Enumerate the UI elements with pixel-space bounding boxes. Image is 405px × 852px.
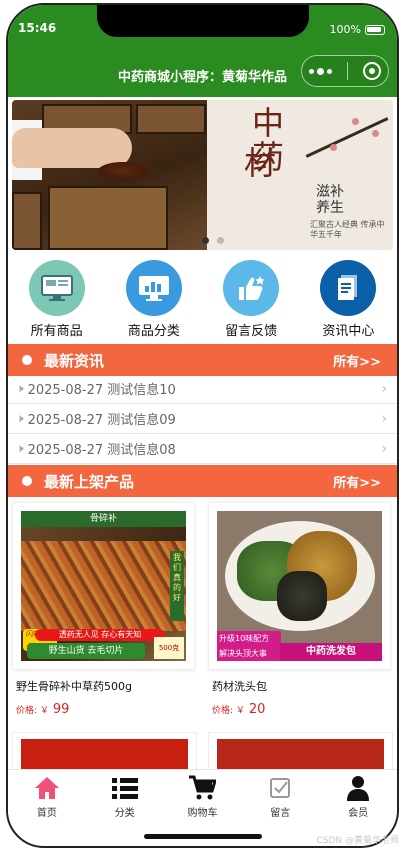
- tab-label: 会员: [348, 808, 369, 819]
- product-card-partial[interactable]: [208, 732, 393, 772]
- list-icon: [111, 774, 139, 802]
- speaker-icon: 🕨: [16, 381, 24, 395]
- category-feedback[interactable]: 留言反馈: [206, 260, 296, 340]
- banner-dot[interactable]: [217, 237, 224, 244]
- product-card[interactable]: 升级10味配方 解决头顶大事 中药洗发包 药材洗头包 价格: ￥ 20: [208, 502, 393, 717]
- home-icon: [33, 774, 61, 802]
- product-name: 野生骨碎补中草药500g: [16, 680, 132, 693]
- product-price: 价格: ￥ 99: [16, 702, 197, 717]
- news-item[interactable]: 🕨 2025-08-27 测试信息10 ›: [8, 374, 397, 404]
- close-miniprogram-icon[interactable]: [362, 62, 381, 80]
- news-item[interactable]: 🕨 2025-08-27 测试信息09 ›: [8, 404, 397, 434]
- news-text: 2025-08-27 测试信息10: [27, 383, 176, 398]
- tab-cart[interactable]: 购物车: [172, 770, 232, 824]
- product-image-right-text: 中药洗发包: [280, 643, 382, 661]
- cart-icon: [188, 774, 217, 802]
- thumbs-up-icon: [223, 260, 280, 316]
- price-value: 20: [248, 702, 266, 717]
- banner-side-text: 滋补养生: [316, 184, 344, 216]
- price-value: 99: [52, 702, 70, 717]
- bottom-tab-bar: 首页 分类 购物车 留言 会员: [8, 769, 397, 824]
- notch: [97, 5, 309, 37]
- chevron-right-icon: ›: [381, 380, 387, 397]
- tab-label: 分类: [114, 808, 135, 819]
- category-label: 资讯中心: [322, 324, 375, 339]
- product-image: [21, 739, 188, 771]
- category-label: 留言反馈: [225, 324, 278, 339]
- tab-label: 留言: [270, 808, 291, 819]
- category-nav: 所有商品 商品分类 留言反馈 资讯中心: [8, 260, 397, 340]
- category-label: 商品分类: [127, 324, 180, 339]
- product-image-bottom-text: 野生山货 去毛切片: [27, 643, 145, 659]
- news-section-title: 最新资讯: [44, 351, 105, 370]
- page-title: 中药商城小程序：黄菊华作品: [118, 70, 288, 85]
- products-more-link[interactable]: 所有>>: [333, 472, 381, 491]
- price-label: 价格: ￥: [16, 706, 49, 716]
- more-menu-icon[interactable]: [309, 67, 333, 75]
- banner-small-text: 汇聚古人经典 传承中华五千年: [310, 220, 385, 239]
- product-image-frame: 骨碎补 我们真的好 闪电发货 透药无人见 存心有天知 野生山货 去毛切片 500…: [12, 502, 195, 670]
- status-time: 15:46: [18, 21, 57, 35]
- product-card-partial[interactable]: [12, 732, 197, 772]
- document-icon: [320, 260, 377, 316]
- bullet-icon: [22, 355, 32, 365]
- category-classify[interactable]: 商品分类: [109, 260, 199, 340]
- product-image-banner-1: 升级10味配方: [219, 634, 270, 643]
- miniprogram-capsule: [301, 55, 389, 87]
- news-text: 2025-08-27 测试信息09: [27, 413, 176, 428]
- banner-title-2: 材: [244, 144, 277, 182]
- tab-member[interactable]: 会员: [328, 770, 388, 824]
- home-indicator[interactable]: [144, 834, 262, 839]
- user-icon: [344, 774, 372, 802]
- speaker-icon: 🕨: [16, 411, 24, 425]
- product-section-header: 最新上架产品 所有>>: [8, 465, 397, 497]
- product-image: 升级10味配方 解决头顶大事 中药洗发包: [217, 511, 382, 661]
- product-price: 价格: ￥ 20: [212, 702, 393, 717]
- tab-label: 购物车: [187, 808, 218, 819]
- chevron-right-icon: ›: [381, 410, 387, 427]
- product-image: 骨碎补 我们真的好 闪电发货 透药无人见 存心有天知 野生山货 去毛切片 500…: [21, 511, 186, 661]
- product-name: 药材洗头包: [212, 680, 267, 693]
- chart-screen-icon: [125, 260, 182, 316]
- product-card[interactable]: 骨碎补 我们真的好 闪电发货 透药无人见 存心有天知 野生山货 去毛切片 500…: [12, 502, 197, 717]
- news-item[interactable]: 🕨 2025-08-27 测试信息08 ›: [8, 434, 397, 464]
- bullet-icon: [22, 476, 32, 486]
- product-image-side-text: 我们真的好: [170, 551, 184, 621]
- product-image-frame: 升级10味配方 解决头顶大事 中药洗发包: [208, 502, 391, 670]
- product-image-banner-2: 解决头顶大事: [219, 649, 267, 658]
- product-grid: 骨碎补 我们真的好 闪电发货 透药无人见 存心有天知 野生山货 去毛切片 500…: [8, 502, 397, 717]
- tab-message[interactable]: 留言: [250, 770, 310, 824]
- banner-carousel[interactable]: 中药 材 滋补养生 汇聚古人经典 传承中华五千年: [12, 100, 393, 250]
- category-label: 所有商品: [30, 324, 83, 339]
- category-all-products[interactable]: 所有商品: [12, 260, 102, 340]
- tab-home[interactable]: 首页: [17, 770, 77, 824]
- battery-percent: 100%: [329, 23, 361, 36]
- product-image-top-text: 骨碎补: [21, 511, 186, 527]
- speaker-icon: 🕨: [16, 441, 24, 455]
- checkbox-icon: [266, 774, 294, 802]
- monitor-icon: [28, 260, 85, 316]
- battery-icon: [365, 24, 385, 35]
- phone-frame: 15:46 100% 中药商城小程序：黄菊华作品 中药 材 滋补养生 汇聚古人经…: [6, 3, 399, 848]
- banner-dot-active[interactable]: [202, 237, 209, 244]
- banner-image-drawer: [12, 100, 207, 250]
- price-label: 价格: ￥: [212, 706, 245, 716]
- news-more-link[interactable]: 所有>>: [333, 351, 381, 370]
- watermark: CSDN @黄菊华老师: [316, 836, 399, 846]
- category-news-center[interactable]: 资讯中心: [303, 260, 393, 340]
- banner-indicator: [202, 237, 224, 244]
- tab-label: 首页: [36, 808, 57, 819]
- capsule-divider: [346, 62, 348, 80]
- news-list: 🕨 2025-08-27 测试信息10 › 🕨 2025-08-27 测试信息0…: [8, 374, 397, 464]
- news-text: 2025-08-27 测试信息08: [27, 443, 176, 458]
- product-image-slogan: 透药无人见 存心有天知: [35, 629, 165, 641]
- chevron-right-icon: ›: [381, 440, 387, 457]
- product-image-badge: 500克: [154, 637, 184, 659]
- product-image: [217, 739, 384, 771]
- news-section-header: 最新资讯 所有>>: [8, 344, 397, 376]
- product-section-title: 最新上架产品: [44, 472, 135, 491]
- status-battery: 100%: [330, 23, 385, 36]
- tab-category[interactable]: 分类: [95, 770, 155, 824]
